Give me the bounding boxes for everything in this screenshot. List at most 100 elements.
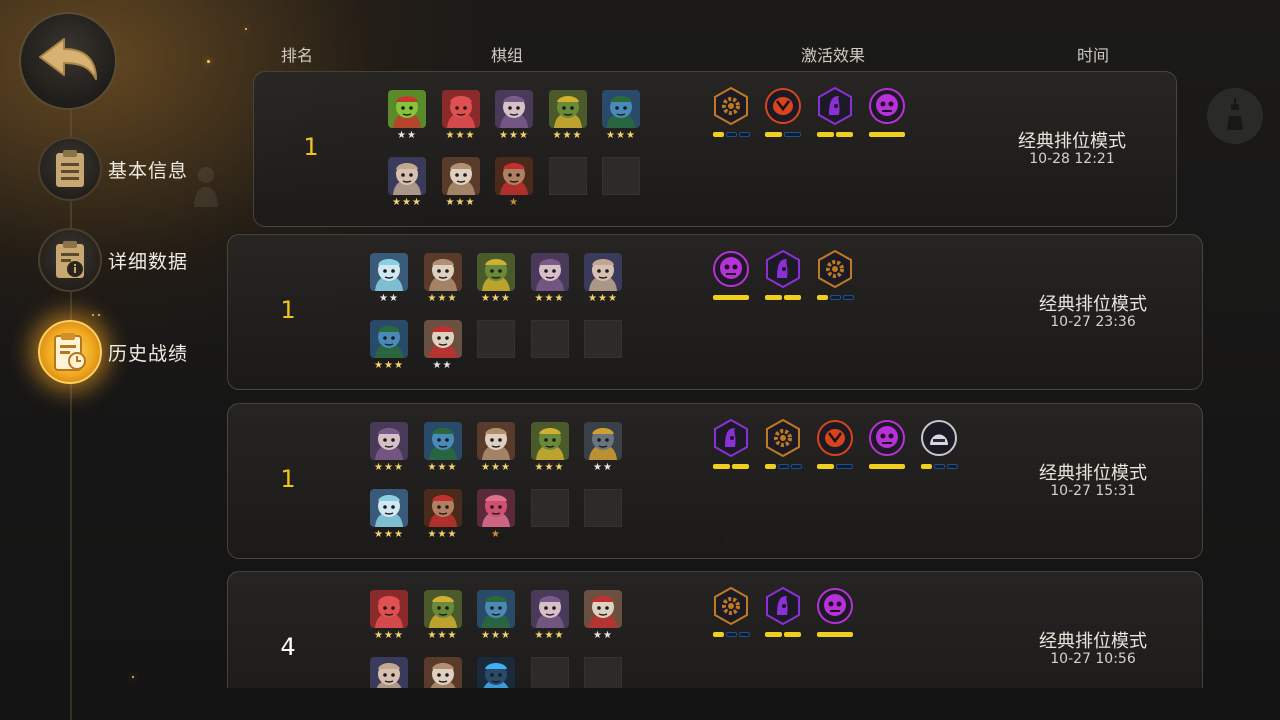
demon-face-icon[interactable] xyxy=(815,419,855,469)
red-ogre-piece[interactable]: ★★★ xyxy=(441,90,480,142)
gear-hex-icon[interactable] xyxy=(711,586,751,637)
masked-tribal-piece-icon xyxy=(423,320,462,358)
empty-slot[interactable] xyxy=(530,489,569,527)
goggle-tinker-piece[interactable]: ★★★ xyxy=(477,590,515,642)
empty-slot[interactable] xyxy=(584,657,622,688)
hooded-mage-piece[interactable]: ★★★ xyxy=(495,90,533,142)
hooded-mage-piece[interactable]: ★★★ xyxy=(530,253,569,305)
gear-hex-icon[interactable] xyxy=(711,86,751,137)
piece-stars: ★★★ xyxy=(481,630,511,641)
dragon-skull-piece-icon xyxy=(423,657,462,688)
empty-slot-box xyxy=(530,489,569,527)
blue-crystal-piece[interactable] xyxy=(477,657,515,688)
frost-beast-piece[interactable]: ★★★ xyxy=(370,489,408,541)
hooded-mage-piece[interactable]: ★★★ xyxy=(370,422,408,474)
empty-slot[interactable] xyxy=(602,157,640,195)
piece-stars: ★★★ xyxy=(534,293,565,304)
gear-hex-icon[interactable] xyxy=(815,249,855,300)
masked-tribal-piece[interactable]: ★★ xyxy=(584,590,622,642)
empty-slot[interactable] xyxy=(548,157,587,195)
empty-slot-box xyxy=(477,320,515,358)
horned-warrior-piece-icon xyxy=(370,657,408,688)
goblin-mech-piece[interactable]: ★★★ xyxy=(530,422,569,474)
goggle-tinker-piece[interactable]: ★★★ xyxy=(602,90,640,142)
dragon-skull-piece[interactable]: ★★★ xyxy=(441,157,480,209)
empty-slot-box xyxy=(530,657,569,688)
piece-stars: ★★★ xyxy=(499,130,529,141)
helmet-knight-icon[interactable] xyxy=(919,419,959,469)
skull-beast-icon[interactable] xyxy=(815,587,855,637)
green-goblin-piece[interactable]: ★★ xyxy=(388,90,426,142)
horned-warrior-piece-icon xyxy=(388,157,426,195)
skull-beast-icon[interactable] xyxy=(711,250,751,300)
goggle-tinker-piece[interactable]: ★★★ xyxy=(423,422,462,474)
synergy-progress xyxy=(815,464,855,469)
masked-tribal-piece[interactable]: ★★ xyxy=(423,320,462,372)
match-rank: 1 xyxy=(280,296,296,324)
hooded-assassin-icon[interactable] xyxy=(711,418,751,469)
hooded-assassin-icon[interactable] xyxy=(815,86,855,137)
empty-slot[interactable] xyxy=(477,320,515,358)
piece-stars: ★★★ xyxy=(445,130,476,141)
gear-hex-icon[interactable] xyxy=(763,418,803,469)
demon-face-icon[interactable] xyxy=(763,87,803,137)
frost-beast-piece[interactable]: ★★ xyxy=(370,253,408,305)
empty-slot[interactable] xyxy=(584,320,622,358)
match-mode: 经典排位模式 xyxy=(1039,631,1147,652)
empty-slot[interactable] xyxy=(530,657,569,688)
horned-warrior-piece-icon xyxy=(584,253,622,291)
hooded-assassin-icon[interactable] xyxy=(763,586,803,637)
goblin-mech-piece-icon xyxy=(548,90,587,128)
piece-stars: ★★ xyxy=(593,462,613,473)
piece-stars: ★★★ xyxy=(588,293,618,304)
piece-stars: ★★★ xyxy=(534,462,565,473)
piece-stars: ★★★ xyxy=(374,630,404,641)
goggle-tinker-piece-icon xyxy=(370,320,408,358)
red-ogre-piece[interactable]: ★★★ xyxy=(370,590,408,642)
dragon-skull-piece-icon xyxy=(441,157,480,195)
goblin-mech-piece[interactable]: ★★★ xyxy=(548,90,587,142)
goggle-tinker-piece[interactable]: ★★★ xyxy=(370,320,408,372)
synergy-progress xyxy=(815,632,855,637)
piece-stars: ★★★ xyxy=(481,462,511,473)
empty-slot[interactable] xyxy=(584,489,622,527)
piece-stars: ★★ xyxy=(397,130,417,141)
dragon-skull-piece[interactable]: ★★★ xyxy=(423,253,462,305)
match-mode: 经典排位模式 xyxy=(1039,463,1147,484)
match-time: 10-27 23:36 xyxy=(1050,314,1136,330)
bearded-pirate-piece-icon xyxy=(495,157,533,195)
goblin-mech-piece[interactable]: ★★★ xyxy=(477,253,515,305)
dragon-skull-piece[interactable]: ★★★ xyxy=(477,422,515,474)
bearded-pirate-piece[interactable]: ★★★ xyxy=(423,489,462,541)
red-ogre-piece-icon xyxy=(370,590,408,628)
empty-slot[interactable] xyxy=(530,320,569,358)
synergy-progress xyxy=(763,295,803,300)
horned-warrior-piece[interactable]: ★★★ xyxy=(584,253,622,305)
goggle-tinker-piece-icon xyxy=(423,422,462,460)
piece-stars: ★★ xyxy=(593,630,613,641)
skull-beast-icon[interactable] xyxy=(867,87,907,137)
pink-blob-piece[interactable]: ★ xyxy=(477,489,515,541)
horned-warrior-piece[interactable]: ★★★ xyxy=(388,157,426,209)
piece-stars: ★★★ xyxy=(427,529,458,540)
stone-golem-piece[interactable]: ★★ xyxy=(584,422,622,474)
hooded-assassin-icon[interactable] xyxy=(763,249,803,300)
piece-stars: ★★★ xyxy=(445,197,476,208)
dragon-skull-piece[interactable] xyxy=(423,657,462,688)
hooded-mage-piece[interactable]: ★★★ xyxy=(530,590,569,642)
piece-stars: ★★★ xyxy=(374,462,404,473)
piece-stars: ★★ xyxy=(432,360,453,371)
frost-beast-piece-icon xyxy=(370,489,408,527)
blue-crystal-piece-icon xyxy=(477,657,515,688)
goblin-mech-piece[interactable]: ★★★ xyxy=(423,590,462,642)
goblin-mech-piece-icon xyxy=(530,422,569,460)
goggle-tinker-piece-icon xyxy=(602,90,640,128)
horned-warrior-piece[interactable] xyxy=(370,657,408,688)
hooded-mage-piece-icon xyxy=(530,590,569,628)
goblin-mech-piece-icon xyxy=(423,590,462,628)
synergy-progress xyxy=(763,632,803,637)
match-history-list[interactable]: 1 ★★ ★★★ ★★★ ★★★ ★★★ ★★★ ★★★ ★ 经典排位模式 10… xyxy=(0,0,1280,688)
bearded-pirate-piece[interactable]: ★ xyxy=(495,157,533,209)
empty-slot-box xyxy=(530,320,569,358)
skull-beast-icon[interactable] xyxy=(867,419,907,469)
